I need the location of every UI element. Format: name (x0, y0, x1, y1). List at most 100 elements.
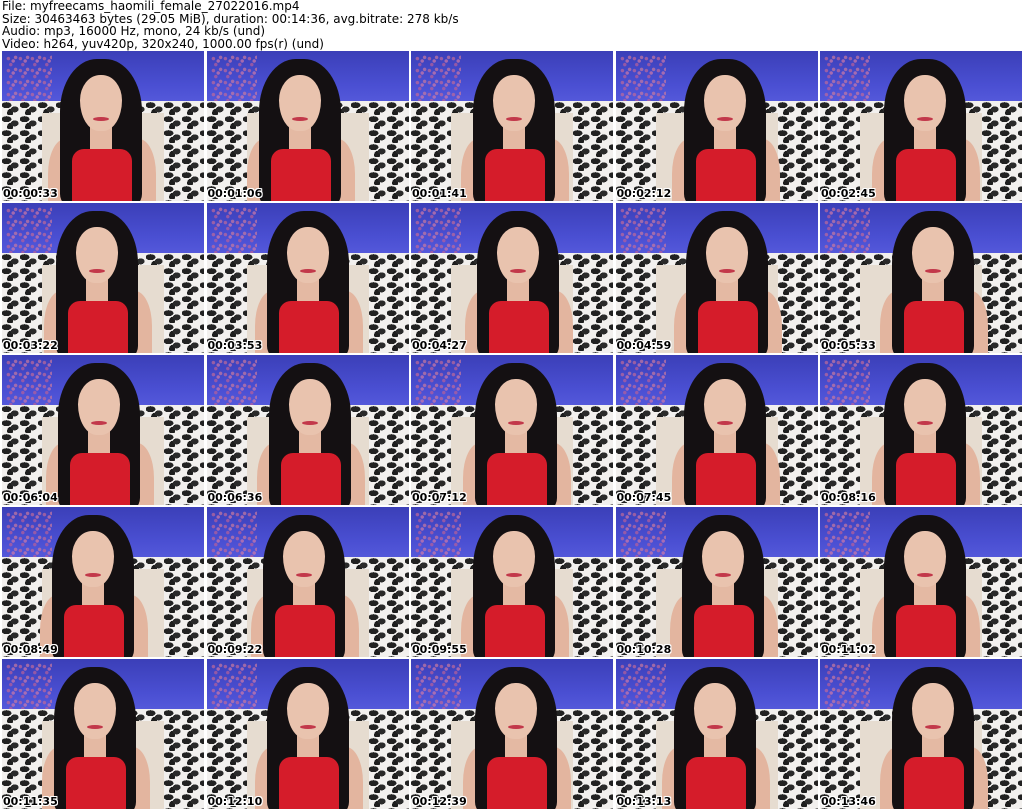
person-lips (506, 573, 522, 577)
video-thumbnail: 00:07:45 (615, 355, 818, 505)
person-lips (93, 117, 109, 121)
person-face (78, 379, 120, 435)
person-lips (925, 725, 941, 729)
person-red-top (270, 149, 331, 201)
person-red-top (487, 453, 547, 505)
file-info-header: File: myfreecams_haomili_female_27022016… (2, 0, 1022, 50)
person-lips (917, 573, 933, 577)
person-face (701, 531, 744, 587)
thumbnail-timestamp: 00:10:28 (616, 643, 672, 656)
person-red-top (697, 301, 758, 353)
video-thumbnail: 00:04:59 (615, 203, 818, 353)
video-thumbnail: 00:00:33 (2, 51, 204, 201)
person-lips (714, 573, 731, 577)
person-lips (87, 725, 103, 729)
person-face (904, 379, 946, 435)
person-face (904, 75, 946, 131)
thumbnail-timestamp: 00:01:41 (412, 187, 467, 200)
video-thumbnail: 00:02:12 (615, 51, 818, 201)
thumbnail-timestamp: 00:03:53 (207, 339, 263, 352)
person-lips (917, 117, 933, 121)
person-lips (706, 725, 723, 729)
video-thumbnail: 00:09:55 (411, 507, 613, 657)
video-thumbnail: 00:04:27 (411, 203, 613, 353)
video-thumbnail: 00:07:12 (411, 355, 613, 505)
person-red-top (904, 757, 964, 809)
person-face (703, 379, 746, 435)
person-face (74, 683, 116, 739)
person-lips (295, 573, 312, 577)
person-lips (291, 117, 308, 121)
person-lips (716, 421, 733, 425)
person-red-top (896, 149, 956, 201)
person-face (72, 531, 114, 587)
person-lips (301, 421, 318, 425)
video-thumbnail: 00:10:28 (615, 507, 818, 657)
thumbnail-timestamp: 00:11:35 (3, 795, 58, 808)
thumbnail-timestamp: 00:05:33 (821, 339, 876, 352)
audio-info-line: Audio: mp3, 16000 Hz, mono, 24 kb/s (und… (2, 24, 266, 38)
person-lips (917, 421, 933, 425)
thumbnail-timestamp: 00:06:04 (3, 491, 58, 504)
person-red-top (896, 605, 956, 657)
person-red-top (64, 605, 124, 657)
person-red-top (485, 149, 545, 201)
thumbnail-timestamp: 00:01:06 (207, 187, 263, 200)
person-lips (91, 421, 107, 425)
thumbnail-timestamp: 00:09:22 (207, 643, 263, 656)
video-thumbnail: 00:01:41 (411, 51, 613, 201)
person-red-top (278, 757, 339, 809)
person-red-top (695, 149, 756, 201)
video-thumbnail: 00:05:33 (820, 203, 1022, 353)
video-thumbnail: 00:11:35 (2, 659, 204, 809)
person-face (912, 227, 954, 283)
person-lips (508, 725, 524, 729)
thumbnail-timestamp: 00:06:36 (207, 491, 263, 504)
thumbnail-timestamp: 00:03:22 (3, 339, 58, 352)
video-thumbnail: 00:12:10 (206, 659, 409, 809)
person-lips (718, 269, 735, 273)
person-lips (85, 573, 101, 577)
thumbnail-timestamp: 00:12:39 (412, 795, 467, 808)
video-thumbnail: 00:01:06 (206, 51, 409, 201)
video-thumbnail: 00:03:53 (206, 203, 409, 353)
person-red-top (685, 757, 746, 809)
person-face (286, 227, 329, 283)
video-thumbnail: 00:13:13 (615, 659, 818, 809)
person-lips (925, 269, 941, 273)
person-red-top (487, 757, 547, 809)
thumbnail-timestamp: 00:09:55 (412, 643, 467, 656)
person-lips (508, 421, 524, 425)
thumbnail-timestamp: 00:04:27 (412, 339, 467, 352)
video-thumbnail: 00:08:49 (2, 507, 204, 657)
person-face (693, 683, 736, 739)
person-red-top (66, 757, 126, 809)
video-thumbnail: 00:06:36 (206, 355, 409, 505)
person-lips (89, 269, 105, 273)
thumbnail-timestamp: 00:08:16 (821, 491, 876, 504)
person-lips (299, 269, 316, 273)
person-red-top (70, 453, 130, 505)
thumbnail-timestamp: 00:00:33 (3, 187, 58, 200)
person-face (493, 75, 535, 131)
person-face (495, 683, 537, 739)
video-thumbnail: 00:11:02 (820, 507, 1022, 657)
person-red-top (693, 605, 754, 657)
video-thumbnail: 00:06:04 (2, 355, 204, 505)
person-face (76, 227, 118, 283)
video-thumbnail: 00:08:16 (820, 355, 1022, 505)
person-face (80, 75, 122, 131)
person-lips (299, 725, 316, 729)
video-thumbnail: 00:12:39 (411, 659, 613, 809)
thumbnail-timestamp: 00:07:45 (616, 491, 672, 504)
video-info-line: Video: h264, yuv420p, 320x240, 1000.00 f… (2, 36, 324, 51)
person-lips (716, 117, 733, 121)
person-red-top (72, 149, 132, 201)
thumbnail-timestamp: 00:13:13 (616, 795, 672, 808)
video-thumbnail: 00:09:22 (206, 507, 409, 657)
person-red-top (278, 301, 339, 353)
thumbnail-timestamp: 00:12:10 (207, 795, 263, 808)
video-thumbnail: 00:03:22 (2, 203, 204, 353)
person-face (497, 227, 539, 283)
video-thumbnail: 00:13:46 (820, 659, 1022, 809)
